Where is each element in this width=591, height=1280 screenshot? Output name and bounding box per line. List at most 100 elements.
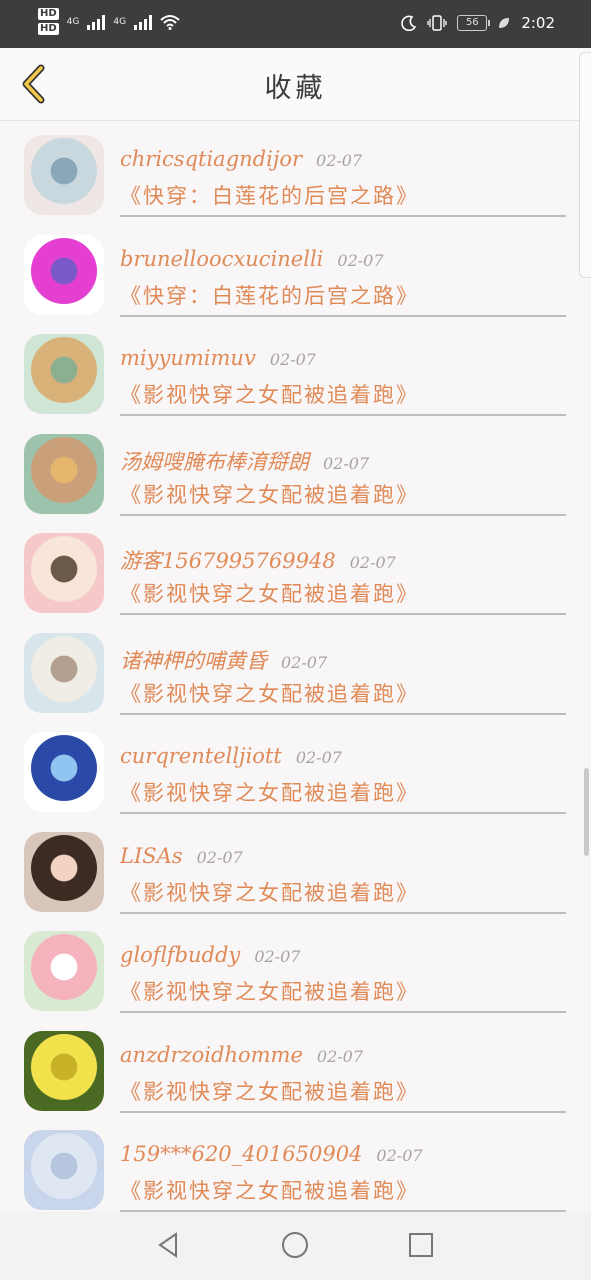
row-divider — [120, 812, 566, 814]
signal-indicators: HD HD 4G 4G — [38, 8, 180, 35]
user-avatar[interactable] — [24, 234, 104, 315]
wifi-icon — [160, 14, 180, 30]
username-line: 汤姆嗖腌布棒淯搿朗 02-07 — [120, 446, 369, 476]
username[interactable]: curqrentelljiott — [120, 744, 282, 768]
username-line: miyyumimuv 02-07 — [120, 346, 316, 370]
favorite-date: 02-07 — [376, 1146, 423, 1165]
username-line: 游客1567995769948 02-07 — [120, 545, 396, 575]
vibrate-icon — [427, 15, 447, 31]
favorite-row[interactable]: 游客1567995769948 02-07 《影视快穿之女配被追着跑》 — [0, 518, 591, 618]
book-title-link[interactable]: 《快穿：白莲花的后宫之路》 — [120, 180, 419, 210]
username-line: curqrentelljiott 02-07 — [120, 744, 342, 768]
username-line: gloflfbuddy 02-07 — [120, 943, 300, 967]
user-avatar[interactable] — [24, 433, 104, 514]
username-line: brunelloocxucinelli 02-07 — [120, 247, 384, 271]
favorite-date: 02-07 — [316, 151, 363, 170]
row-divider — [120, 1011, 566, 1013]
clock: 2:02 — [521, 14, 555, 32]
favorites-list[interactable]: chricsqtiagndijor 02-07 《快穿：白莲花的后宫之路》 brune… — [0, 120, 591, 1212]
scroll-indicator-track — [579, 52, 591, 278]
moon-icon — [401, 15, 417, 31]
favorite-date: 02-07 — [281, 652, 328, 672]
username-line: chricsqtiagndijor 02-07 — [120, 147, 362, 171]
favorite-date: 02-07 — [295, 748, 342, 767]
book-title-link[interactable]: 《影视快穿之女配被追着跑》 — [120, 479, 419, 509]
page-title: 收藏 — [264, 73, 327, 104]
username[interactable]: brunelloocxucinelli — [120, 247, 323, 271]
hd-badge-2: HD — [38, 23, 59, 35]
row-divider — [120, 613, 566, 615]
username[interactable]: LISAs — [120, 844, 183, 868]
user-avatar[interactable] — [24, 831, 104, 912]
username-line: anzdrzoidhomme 02-07 — [120, 1043, 363, 1067]
system-indicators: 56 2:02 — [401, 14, 555, 32]
row-divider — [120, 513, 566, 516]
system-navigation-bar — [0, 1212, 591, 1280]
favorite-row[interactable]: brunelloocxucinelli 02-07 《快穿：白莲花的后宫之路》 — [0, 220, 591, 320]
username[interactable]: chricsqtiagndijor — [120, 147, 302, 171]
username[interactable]: gloflfbuddy — [120, 943, 240, 967]
status-bar: HD HD 4G 4G 56 2:02 — [0, 0, 591, 48]
book-title-link[interactable]: 《快穿：白莲花的后宫之路》 — [120, 280, 419, 310]
hd-badge-1: HD — [38, 8, 59, 20]
user-avatar[interactable] — [24, 632, 104, 713]
book-title-link[interactable]: 《影视快穿之女配被追着跑》 — [120, 578, 419, 608]
favorite-row[interactable]: curqrentelljiott 02-07 《影视快穿之女配被追着跑》 — [0, 717, 591, 817]
favorite-date: 02-07 — [323, 453, 370, 473]
username[interactable]: 汤姆嗖腌布棒淯搿朗 — [120, 450, 309, 474]
row-divider — [120, 911, 566, 914]
user-avatar[interactable] — [24, 1030, 104, 1111]
row-divider — [120, 215, 566, 217]
username-line: 159***620_401650904 02-07 — [120, 1142, 423, 1166]
home-circle-icon[interactable] — [280, 1230, 310, 1260]
favorite-row[interactable]: miyyumimuv 02-07 《影视快穿之女配被追着跑》 — [0, 319, 591, 419]
favorite-row[interactable]: 159***620_401650904 02-07 《影视快穿之女配被追着跑》 — [0, 1115, 591, 1212]
username[interactable]: 159***620_401650904 — [120, 1142, 362, 1166]
username[interactable]: 游客1567995769948 — [120, 549, 336, 573]
favorite-date: 02-07 — [337, 250, 384, 270]
book-title-link[interactable]: 《影视快穿之女配被追着跑》 — [120, 1175, 419, 1205]
favorite-row[interactable]: 汤姆嗖腌布棒淯搿朗 02-07 《影视快穿之女配被追着跑》 — [0, 419, 591, 519]
network-type-1: 4G — [66, 16, 80, 27]
favorite-row[interactable]: LISAs 02-07 《影视快穿之女配被追着跑》 — [0, 817, 591, 917]
favorite-row[interactable]: chricsqtiagndijor 02-07 《快穿：白莲花的后宫之路》 — [0, 120, 591, 220]
battery-indicator: 56 — [457, 15, 491, 31]
favorite-date: 02-07 — [254, 947, 301, 966]
favorite-date: 02-07 — [196, 847, 243, 867]
favorite-row[interactable]: anzdrzoidhomme 02-07 《影视快穿之女配被追着跑》 — [0, 1016, 591, 1116]
book-title-link[interactable]: 《影视快穿之女配被追着跑》 — [120, 379, 419, 409]
username-line: LISAs 02-07 — [120, 844, 243, 868]
row-divider — [120, 414, 566, 416]
username[interactable]: anzdrzoidhomme — [120, 1043, 303, 1067]
favorite-date: 02-07 — [316, 1046, 364, 1066]
favorite-date: 02-07 — [269, 350, 316, 369]
book-title-link[interactable]: 《影视快穿之女配被追着跑》 — [120, 777, 419, 807]
username[interactable]: 诸神柙的哺黄昏 — [120, 649, 267, 673]
row-divider — [120, 314, 566, 317]
scrollbar-thumb[interactable] — [584, 768, 589, 856]
user-avatar[interactable] — [24, 732, 104, 812]
book-title-link[interactable]: 《影视快穿之女配被追着跑》 — [120, 976, 419, 1006]
network-type-2: 4G — [113, 16, 127, 27]
leaf-icon — [499, 18, 510, 28]
app-header: 收藏 — [0, 48, 591, 121]
book-title-link[interactable]: 《影视快穿之女配被追着跑》 — [120, 1076, 419, 1106]
favorite-date: 02-07 — [349, 553, 396, 572]
favorite-row[interactable]: 诸神柙的哺黄昏 02-07 《影视快穿之女配被追着跑》 — [0, 618, 591, 718]
recents-square-icon[interactable] — [406, 1230, 436, 1260]
user-avatar[interactable] — [24, 931, 104, 1011]
book-title-link[interactable]: 《影视快穿之女配被追着跑》 — [120, 877, 419, 907]
username-line: 诸神柙的哺黄昏 02-07 — [120, 645, 327, 675]
back-triangle-icon[interactable] — [154, 1230, 184, 1260]
book-title-link[interactable]: 《影视快穿之女配被追着跑》 — [120, 678, 419, 708]
signal-strength-icon — [87, 14, 106, 30]
user-avatar[interactable] — [24, 533, 104, 613]
signal-strength-icon — [134, 14, 153, 30]
row-divider — [120, 1110, 566, 1113]
user-avatar[interactable] — [24, 135, 104, 215]
row-divider — [120, 712, 566, 715]
user-avatar[interactable] — [24, 1130, 104, 1210]
user-avatar[interactable] — [24, 334, 104, 414]
favorite-row[interactable]: gloflfbuddy 02-07 《影视快穿之女配被追着跑》 — [0, 916, 591, 1016]
username[interactable]: miyyumimuv — [120, 346, 256, 370]
